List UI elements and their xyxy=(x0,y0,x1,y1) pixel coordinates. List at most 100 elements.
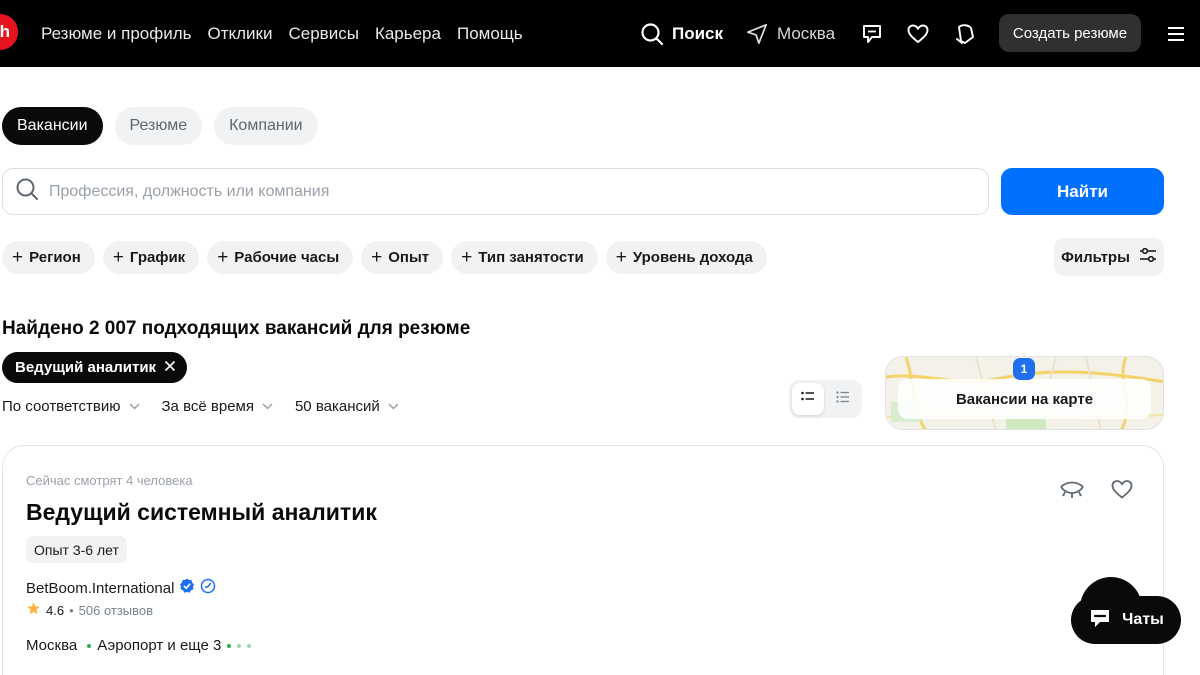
search-icon xyxy=(15,177,39,206)
menu-button[interactable] xyxy=(1166,0,1186,67)
plus-icon: + xyxy=(217,247,229,268)
experience-badge: Опыт 3-6 лет xyxy=(26,536,127,563)
sliders-icon xyxy=(1139,247,1157,267)
search-field[interactable] xyxy=(2,168,989,215)
per-page-label: 50 вакансий xyxy=(294,398,380,415)
plus-icon: + xyxy=(112,247,124,268)
tab-vacancies[interactable]: Вакансии xyxy=(2,107,103,145)
vacancy-actions xyxy=(1059,478,1135,505)
find-button[interactable]: Найти xyxy=(1001,168,1164,215)
map-cluster-pin: 1 xyxy=(1013,358,1035,380)
chat-icon xyxy=(1088,606,1112,635)
chevron-down-icon xyxy=(388,401,399,413)
chip-label: Тип занятости xyxy=(478,249,584,266)
plus-icon: + xyxy=(371,247,383,268)
accredited-it-icon xyxy=(200,578,216,598)
close-icon[interactable] xyxy=(164,359,176,376)
company-name: BetBoom.International xyxy=(26,579,175,597)
metro-line-icon xyxy=(227,643,232,648)
rating-value: 4.6 xyxy=(46,602,65,618)
metro-stations: Аэропорт и еще 3 xyxy=(87,637,252,654)
tab-companies[interactable]: Компании xyxy=(214,107,318,145)
chip-label: График xyxy=(129,249,186,266)
nav-link-responses[interactable]: Отклики xyxy=(208,24,273,44)
search-nav-button[interactable]: Поиск xyxy=(640,0,723,67)
chip-label: Регион xyxy=(29,249,81,266)
create-resume-button[interactable]: Создать резюме xyxy=(999,14,1141,52)
chats-label: Чаты xyxy=(1122,611,1164,628)
star-icon xyxy=(26,601,41,619)
compact-list-icon xyxy=(836,390,850,408)
sort-controls: По соответствию За всё время 50 вакансий xyxy=(2,398,399,415)
company-link[interactable]: BetBoom.International xyxy=(26,578,216,598)
chip-label: Опыт xyxy=(388,249,430,266)
chip-income-level[interactable]: + Уровень дохода xyxy=(605,241,767,274)
vacancy-title-link[interactable]: Ведущий системный аналитик xyxy=(26,499,377,526)
chats-button[interactable]: Чаты xyxy=(1071,596,1181,644)
location-arrow-icon xyxy=(746,23,768,45)
filters-button[interactable]: Фильтры xyxy=(1054,238,1164,276)
verified-badge-icon xyxy=(179,578,195,598)
speech-bubble-icon xyxy=(860,22,884,46)
nav-link-resume-profile[interactable]: Резюме и профиль xyxy=(41,24,192,44)
chip-region[interactable]: + Регион xyxy=(2,241,95,274)
plus-icon: + xyxy=(461,247,473,268)
city-selector[interactable]: Москва xyxy=(746,0,835,67)
compact-list-view-button[interactable] xyxy=(827,383,859,415)
heart-icon xyxy=(906,22,930,46)
nav-link-career[interactable]: Карьера xyxy=(375,24,441,44)
map-card-label: Вакансии на карте xyxy=(898,379,1151,419)
favorites-nav-button[interactable] xyxy=(905,0,931,67)
list-icon xyxy=(801,390,815,408)
chip-label: Рабочие часы xyxy=(234,249,340,266)
notifications-nav-button[interactable] xyxy=(952,0,978,67)
query-chip-label: Ведущий аналитик xyxy=(15,359,157,376)
tab-resumes[interactable]: Резюме xyxy=(114,107,203,145)
search-nav-label: Поиск xyxy=(672,23,724,43)
metro-label: Аэропорт и еще 3 xyxy=(97,637,222,654)
chat-nav-button[interactable] xyxy=(859,0,885,67)
nav-link-help[interactable]: Помощь xyxy=(457,24,523,44)
view-mode-toggle xyxy=(789,380,862,418)
sort-relevance-label: По соответствию xyxy=(2,398,121,415)
main-menu: Резюме и профиль Отклики Сервисы Карьера… xyxy=(41,0,523,67)
chip-employment-type[interactable]: + Тип занятости xyxy=(451,241,598,274)
chevron-down-icon xyxy=(128,401,140,413)
nav-link-services[interactable]: Сервисы xyxy=(289,24,359,44)
hide-vacancy-icon[interactable] xyxy=(1059,478,1085,505)
plus-icon: + xyxy=(615,247,627,268)
viewers-count: Сейчас смотрят 4 человека xyxy=(26,473,193,488)
sort-period-dropdown[interactable]: За всё время xyxy=(162,398,273,415)
hamburger-icon xyxy=(1166,25,1186,43)
metro-line-icon xyxy=(247,643,252,648)
top-navigation-bar: h Резюме и профиль Отклики Сервисы Карье… xyxy=(0,0,1200,67)
chip-experience[interactable]: + Опыт xyxy=(361,241,444,274)
chip-working-hours[interactable]: + Рабочие часы xyxy=(207,241,354,274)
search-icon xyxy=(640,22,664,46)
sort-relevance-dropdown[interactable]: По соответствию xyxy=(2,398,140,415)
hh-logo[interactable]: h xyxy=(0,14,18,50)
search-type-tabs: Вакансии Резюме Компании xyxy=(2,107,318,145)
metro-line-icon xyxy=(87,643,92,648)
chip-schedule[interactable]: + График xyxy=(102,241,200,274)
chevron-down-icon xyxy=(262,401,273,413)
metro-line-icon xyxy=(237,643,242,648)
search-input[interactable] xyxy=(49,182,949,201)
active-query-chip[interactable]: Ведущий аналитик xyxy=(2,352,188,383)
employer-rating[interactable]: 4.6 • 506 отзывов xyxy=(26,601,153,619)
detailed-list-view-button[interactable] xyxy=(792,383,824,415)
plus-icon: + xyxy=(12,247,24,268)
bell-icon xyxy=(953,22,977,46)
sort-period-label: За всё время xyxy=(161,398,254,415)
logo-letter: h xyxy=(0,22,10,41)
filters-label: Фильтры xyxy=(1061,248,1130,266)
city-label: Москва xyxy=(777,23,836,43)
bullet-separator: • xyxy=(69,602,74,618)
reviews-count: 506 отзывов xyxy=(78,602,154,618)
heart-icon[interactable] xyxy=(1109,478,1135,505)
quick-filter-chips: + Регион + График + Рабочие часы + Опыт + Тип… xyxy=(2,241,767,274)
per-page-dropdown[interactable]: 50 вакансий xyxy=(295,398,399,415)
vacancy-location: Москва Аэропорт и еще 3 xyxy=(26,637,252,654)
city-name: Москва xyxy=(26,637,78,654)
chip-label: Уровень дохода xyxy=(632,249,753,266)
